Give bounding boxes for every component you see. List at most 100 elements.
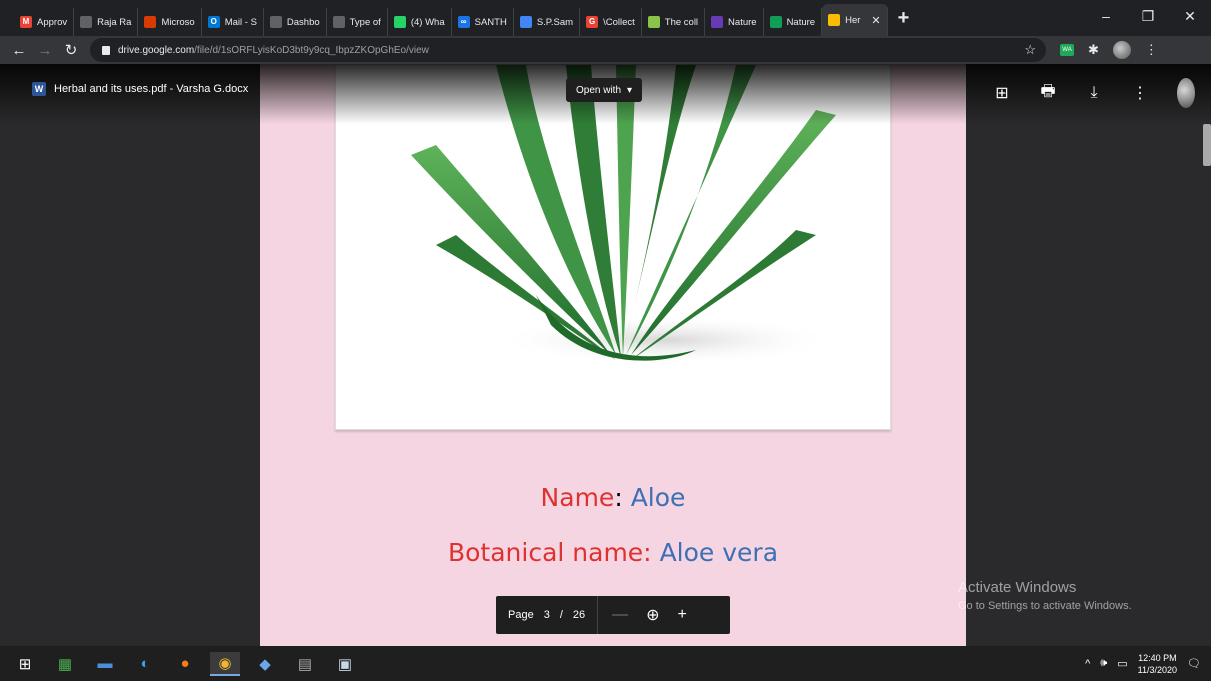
browser-tab[interactable]: S.P.Sam <box>514 8 581 36</box>
account-avatar[interactable] <box>1177 78 1195 108</box>
browser-tab[interactable]: Raja Ra <box>74 8 139 36</box>
browser-tab[interactable]: Dashbo <box>264 8 327 36</box>
close-window-icon[interactable]: ✕ <box>1169 0 1211 32</box>
browser-tab[interactable]: Her ✕ <box>822 4 888 36</box>
bookmark-star-icon[interactable]: ☆ <box>1024 42 1036 58</box>
clock-date: 11/3/2020 <box>1137 664 1178 675</box>
word-file-icon: W <box>32 82 46 96</box>
document-app-icon[interactable]: ▣ <box>330 652 360 676</box>
add-comment-icon[interactable]: ⊞ <box>993 83 1011 103</box>
app-icon[interactable]: ◆ <box>250 652 280 676</box>
profile-avatar-small[interactable] <box>1112 41 1131 59</box>
excel-app-icon[interactable]: ▦ <box>50 652 80 676</box>
tab-strip: M Approv Raja Ra Microso O Mail - S Dashbo Type… <box>0 0 1211 36</box>
globe-icon <box>80 16 93 28</box>
new-tab-icon[interactable]: + <box>898 7 910 30</box>
browser-tab[interactable]: ∞ SANTH <box>452 8 514 36</box>
browser-tab[interactable]: Type of <box>327 8 388 36</box>
chrome-app-icon[interactable]: ◉ <box>210 651 240 676</box>
page-indicator: Page 3 / 26 <box>496 596 599 634</box>
name-value: Aloe <box>630 483 686 512</box>
whatsapp-icon <box>393 16 406 28</box>
botanical-value: Aloe vera <box>659 538 779 567</box>
drive-icon <box>828 14 841 26</box>
page-total: 26 <box>572 609 586 621</box>
open-with-button[interactable]: Open with ▾ <box>566 78 643 102</box>
system-tray: ^ 🕪 ▭ 12:40 PM 11/3/2020 🗨 <box>1085 646 1201 681</box>
gmail-icon: M <box>20 16 32 28</box>
scrollbar-thumb[interactable] <box>1203 124 1211 166</box>
browser-tab[interactable]: Nature <box>705 8 764 36</box>
volume-icon[interactable]: 🕪 <box>1100 657 1107 670</box>
browser-tab[interactable]: Nature <box>764 8 823 36</box>
page-current[interactable]: 3 <box>544 609 550 621</box>
download-icon[interactable]: ⤓ <box>1085 84 1103 102</box>
aloe-plant-illustration <box>411 65 836 365</box>
browser-tab[interactable]: (4) Wha <box>388 8 452 36</box>
tab-label: The coll <box>664 16 699 28</box>
open-with-label: Open with <box>576 84 622 96</box>
tab-list: M Approv Raja Ra Microso O Mail - S Dashbo Type… <box>0 0 888 36</box>
pdf-viewer: Name: Aloe Botanical name: Aloe vera W H… <box>0 64 1211 646</box>
viewer-actions: ⊞ 🖶 ⤓ ⋮ <box>993 78 1195 108</box>
tab-label: Mail - S <box>224 16 257 28</box>
tab-label: Nature <box>728 16 757 28</box>
browser-tab[interactable]: M Approv <box>14 8 75 36</box>
tray-chevron-icon[interactable]: ^ <box>1085 658 1090 670</box>
tab-label: Microso <box>161 16 195 28</box>
forward-icon[interactable]: → <box>32 42 58 59</box>
tab-label: Raja Ra <box>97 16 132 28</box>
system-clock[interactable]: 12:40 PM 11/3/2020 <box>1138 652 1177 676</box>
clock-time: 12:40 PM <box>1138 652 1177 663</box>
office-icon <box>144 16 157 28</box>
file-explorer-icon[interactable]: ▬ <box>90 652 120 676</box>
browser-tab[interactable]: The coll <box>642 8 706 36</box>
tab-label: Approv <box>37 16 68 28</box>
minimize-icon[interactable]: – <box>1085 0 1127 32</box>
activate-windows-watermark: Activate Windows Go to Settings to activ… <box>958 579 1132 612</box>
forms-icon <box>711 16 724 28</box>
notifications-icon[interactable]: 🗨 <box>1187 657 1201 670</box>
reload-icon[interactable]: ↻ <box>58 41 84 59</box>
more-options-icon[interactable]: ⋮ <box>1131 83 1149 103</box>
tab-label: (4) Wha <box>410 16 445 28</box>
close-tab-icon[interactable]: ✕ <box>871 14 880 27</box>
zoom-in-icon[interactable]: + <box>678 606 687 624</box>
botanical-label: Botanical name: <box>447 538 652 567</box>
url-path: /file/d/1sORFLyisKoD3bt9y9cq_IbpzZKOpGhE… <box>194 44 429 56</box>
network-icon[interactable]: ▭ <box>1117 657 1127 670</box>
calculator-icon[interactable]: ▤ <box>290 652 320 676</box>
zoom-icon[interactable]: ⊕ <box>646 605 659 625</box>
page-navigator: Page 3 / 26 — ⊕ + <box>496 596 730 634</box>
restore-icon[interactable]: ❐ <box>1127 0 1169 32</box>
zoom-out-icon[interactable]: — <box>612 606 628 624</box>
browser-tab[interactable]: O Mail - S <box>202 8 264 36</box>
document-title: W Herbal and its uses.pdf - Varsha G.doc… <box>32 82 248 96</box>
zoom-controls: — ⊕ + <box>598 605 701 625</box>
browser-menu-icon[interactable]: ⋮ <box>1145 42 1158 58</box>
windows-taskbar: ⊞ ▦ ▬ ◐ ● ◉ ◆ ▤ ▣ ^ 🕪 ▭ 12:40 PM 11/3/20… <box>0 646 1211 681</box>
edge-browser-icon[interactable]: ◐ <box>130 652 160 676</box>
document-title-text: Herbal and its uses.pdf - Varsha G.docx <box>54 83 249 95</box>
extensions-puzzle-icon[interactable]: ✱ <box>1088 42 1099 58</box>
start-menu-icon[interactable]: ⊞ <box>10 652 40 676</box>
browser-tab[interactable]: G \Collect <box>580 8 642 36</box>
window-controls: – ❐ ✕ <box>1085 0 1211 32</box>
sheets-icon <box>769 16 782 28</box>
whatsapp-extension-icon[interactable]: WA <box>1060 44 1074 56</box>
watermark-line1: Activate Windows <box>958 579 1077 596</box>
extensions-area: WA ✱ ⋮ <box>1060 41 1158 59</box>
address-bar[interactable]: drive.google.com /file/d/1sORFLyisKoD3bt… <box>90 38 1046 62</box>
browser-tab[interactable]: Microso <box>138 8 202 36</box>
tab-label: Type of <box>349 16 381 28</box>
page-separator: / <box>559 609 563 621</box>
firefox-icon[interactable]: ● <box>170 652 200 676</box>
plant-name-line: Name: Aloe <box>260 483 966 512</box>
tab-label: Dashbo <box>286 16 320 28</box>
document-page: Name: Aloe Botanical name: Aloe vera <box>260 64 966 646</box>
google-icon: G <box>586 16 599 28</box>
back-icon[interactable]: ← <box>6 42 32 59</box>
name-label: Name <box>540 483 615 512</box>
loop-icon: ∞ <box>457 16 470 28</box>
print-icon[interactable]: 🖶 <box>1039 80 1057 107</box>
